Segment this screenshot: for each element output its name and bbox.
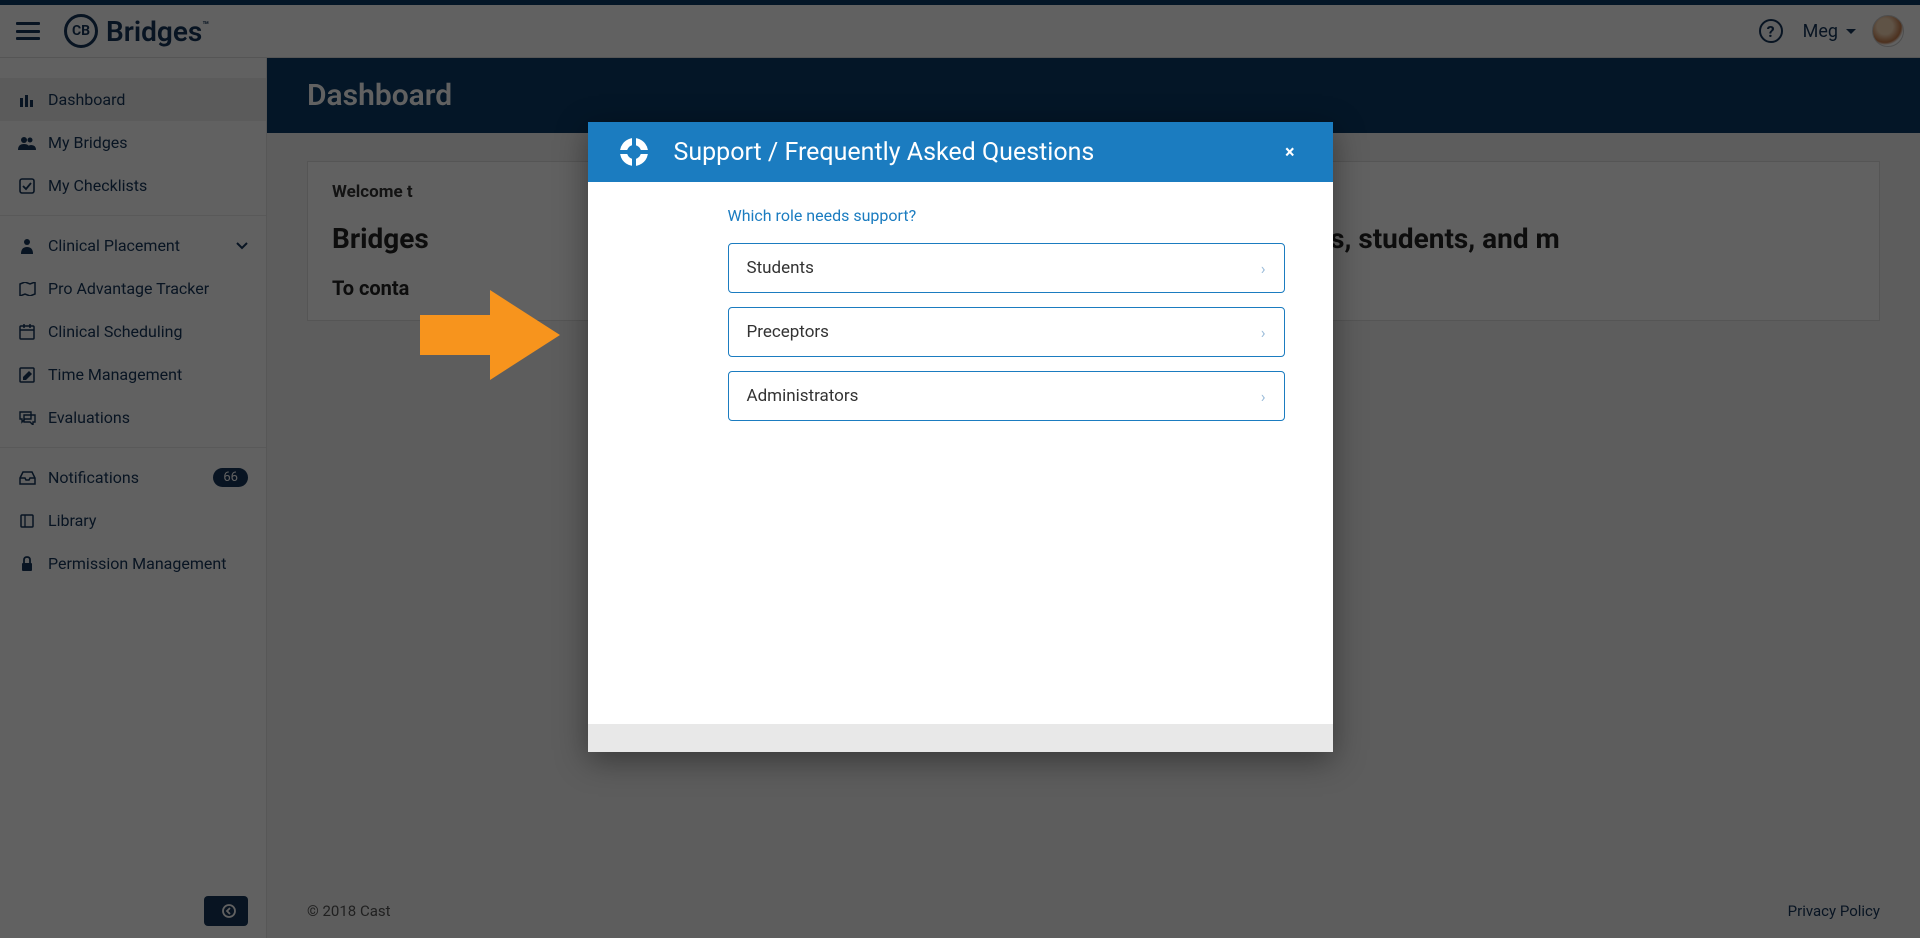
modal-overlay[interactable]: Support / Frequently Asked Questions × W…: [0, 0, 1920, 938]
modal-header: Support / Frequently Asked Questions ×: [588, 122, 1333, 182]
role-option-label: Administrators: [747, 386, 859, 406]
role-option-label: Preceptors: [747, 322, 829, 342]
modal-title: Support / Frequently Asked Questions: [674, 138, 1253, 167]
lifering-icon: [618, 136, 650, 168]
role-option-administrators[interactable]: Administrators ›: [728, 371, 1285, 421]
modal-prompt: Which role needs support?: [728, 206, 1285, 225]
role-option-preceptors[interactable]: Preceptors ›: [728, 307, 1285, 357]
chevron-right-icon: ›: [1261, 387, 1266, 406]
role-option-students[interactable]: Students ›: [728, 243, 1285, 293]
modal-body: Which role needs support? Students › Pre…: [588, 182, 1333, 724]
support-faq-modal: Support / Frequently Asked Questions × W…: [588, 122, 1333, 752]
chevron-right-icon: ›: [1261, 259, 1266, 278]
role-option-label: Students: [747, 258, 814, 278]
modal-footer-bar: [588, 724, 1333, 752]
chevron-right-icon: ›: [1261, 323, 1266, 342]
close-icon[interactable]: ×: [1277, 138, 1303, 167]
